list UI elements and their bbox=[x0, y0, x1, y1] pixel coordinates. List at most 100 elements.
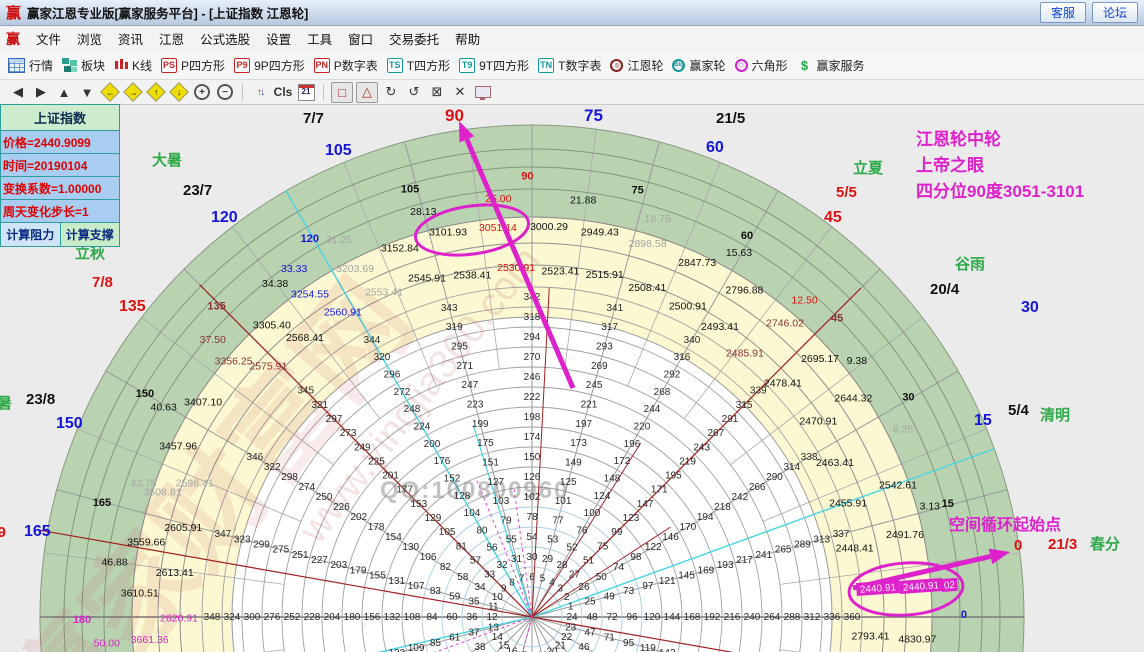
calc-resistance-button[interactable]: 计算阻力 bbox=[1, 223, 61, 246]
wheel-outer-label: 23/7 bbox=[183, 182, 212, 199]
wheel-label: 270 bbox=[524, 352, 541, 363]
wheel-label: 146 bbox=[662, 532, 679, 543]
wheel-label: 2605.91 bbox=[164, 522, 202, 534]
toolbar-item-赢家轮[interactable]: Big赢家轮 bbox=[672, 57, 725, 74]
toolbar-item-9P四方形[interactable]: P9 9P四方形 bbox=[234, 57, 305, 74]
triangle-tool-icon[interactable]: △ bbox=[356, 82, 378, 103]
wheel-label: 34 bbox=[474, 582, 486, 593]
wheel-label: 322 bbox=[264, 462, 281, 473]
wheel-label: 102 bbox=[524, 492, 541, 503]
cls-button[interactable]: Cls bbox=[273, 83, 293, 102]
wheel-label: 40.63 bbox=[151, 401, 177, 413]
customer-service-button[interactable]: 客服 bbox=[1040, 2, 1086, 23]
wheel-label: 344 bbox=[364, 335, 381, 346]
toolbar-separator bbox=[323, 84, 324, 101]
wheel-label: 2470.91 bbox=[799, 415, 837, 427]
rect-tool-icon[interactable]: □ bbox=[331, 82, 353, 103]
toolbar-item-T数字表[interactable]: TNT数字表 bbox=[538, 57, 601, 74]
wheel-label: 5 bbox=[540, 573, 546, 584]
wheel-label: 74 bbox=[613, 562, 625, 573]
wheel-label: 200 bbox=[424, 439, 441, 450]
wheel-label: 21.88 bbox=[570, 195, 596, 207]
wheel-label: 2575.91 bbox=[249, 360, 287, 372]
wheel-outer-label: 150 bbox=[56, 415, 83, 433]
9p-square-icon: P9 bbox=[234, 58, 250, 73]
toolbar-item-六角形[interactable]: ⬡六角形 bbox=[735, 57, 788, 74]
zoom-in-icon[interactable]: + bbox=[192, 83, 212, 102]
gann-wheel-icon: ◎ bbox=[610, 59, 623, 72]
wheel-label: 315 bbox=[736, 400, 753, 411]
pan-left-icon[interactable]: ← bbox=[100, 83, 120, 102]
calc-support-button[interactable]: 计算支撑 bbox=[61, 223, 120, 246]
menu-item-公式选股[interactable]: 公式选股 bbox=[192, 26, 258, 51]
pan-right-icon[interactable]: → bbox=[123, 83, 143, 102]
pan-down-icon[interactable]: ↓ bbox=[169, 83, 189, 102]
wheel-label: 252 bbox=[284, 612, 301, 623]
wheel-label: 145 bbox=[678, 571, 695, 582]
wheel-label: 340 bbox=[684, 335, 701, 346]
toolbar-item-K线[interactable]: K线 bbox=[114, 57, 152, 74]
wheel-outer-label: 7/9 bbox=[0, 524, 6, 541]
toolbar-item-T四方形[interactable]: TST四方形 bbox=[387, 57, 450, 74]
toolbar-item-赢家服务[interactable]: $赢家服务 bbox=[797, 57, 865, 74]
wheel-label: 37 bbox=[468, 628, 480, 639]
rotate-ccw-icon[interactable]: ↺ bbox=[404, 83, 424, 102]
nav-up-icon[interactable]: ▲ bbox=[54, 83, 74, 102]
panel-row-3: 周天变化步长=1 bbox=[1, 200, 119, 223]
menu-item-文件[interactable]: 文件 bbox=[28, 26, 69, 51]
pan-up-icon[interactable]: ↑ bbox=[146, 83, 166, 102]
wheel-label: 131 bbox=[388, 576, 405, 587]
wheel-label: 58 bbox=[457, 572, 469, 583]
kline-candles-icon bbox=[114, 58, 128, 72]
nav-left-icon[interactable]: ◀ bbox=[8, 83, 28, 102]
wheel-label: 105 bbox=[439, 527, 456, 538]
wheel-label: 122 bbox=[645, 542, 662, 553]
wheel-label: 243 bbox=[693, 442, 710, 453]
t-square-icon: TS bbox=[387, 58, 403, 73]
menu-item-交易委托[interactable]: 交易委托 bbox=[381, 26, 447, 51]
wheel-outer-label: 上帝之眼 bbox=[916, 151, 984, 176]
menu-item-设置[interactable]: 设置 bbox=[258, 26, 299, 51]
wheel-label: 2508.41 bbox=[628, 282, 666, 294]
toolbar-item-P四方形[interactable]: PSP四方形 bbox=[161, 57, 225, 74]
wheel-label: 81 bbox=[456, 541, 468, 552]
wheel-label: 264 bbox=[764, 612, 781, 623]
toolbar-label: 9P四方形 bbox=[254, 57, 305, 74]
toolbar-item-行情[interactable]: 行情 bbox=[8, 57, 53, 74]
wheel-label: 193 bbox=[717, 560, 734, 571]
box-select-icon[interactable]: ⊠ bbox=[427, 83, 447, 102]
forum-button[interactable]: 论坛 bbox=[1092, 2, 1138, 23]
toolbar-item-江恩轮[interactable]: ◎ 江恩轮 bbox=[610, 57, 663, 74]
toolbar-label: 江恩轮 bbox=[627, 57, 663, 74]
collapse-icon[interactable]: ✕ bbox=[450, 83, 470, 102]
wheel-label: 290 bbox=[766, 472, 783, 483]
toolbar-label: P四方形 bbox=[181, 57, 225, 74]
screen-icon[interactable] bbox=[473, 83, 493, 102]
menu-item-江恩[interactable]: 江恩 bbox=[151, 26, 192, 51]
rotate-cw-icon[interactable]: ↻ bbox=[381, 83, 401, 102]
time-updown-icon[interactable]: ↑↓ bbox=[250, 83, 270, 102]
menu-item-窗口[interactable]: 窗口 bbox=[340, 26, 381, 51]
toolbar-item-P数字表[interactable]: PNP数字表 bbox=[314, 57, 378, 74]
wheel-label: 2620.91 bbox=[160, 613, 198, 625]
calendar-icon[interactable]: 21 bbox=[296, 83, 316, 102]
wheel-label: 7 bbox=[519, 573, 525, 584]
menu-item-资讯[interactable]: 资讯 bbox=[110, 26, 151, 51]
menu-item-帮助[interactable]: 帮助 bbox=[447, 26, 488, 51]
toolbar-label: 赢家服务 bbox=[817, 57, 865, 74]
menu-item-浏览[interactable]: 浏览 bbox=[69, 26, 110, 51]
nav-right-icon[interactable]: ▶ bbox=[31, 83, 51, 102]
toolbar-item-9T四方形[interactable]: T99T四方形 bbox=[459, 57, 529, 74]
toolbar-item-板块[interactable]: 板块 bbox=[62, 57, 105, 74]
wheel-label: 3305.40 bbox=[253, 320, 291, 332]
wheel-label: 34.38 bbox=[262, 278, 288, 290]
menu-item-工具[interactable]: 工具 bbox=[299, 26, 340, 51]
wheel-label: 175 bbox=[477, 438, 494, 449]
nav-down-icon[interactable]: ▼ bbox=[77, 83, 97, 102]
wheel-outer-label: 23/8 bbox=[26, 391, 55, 408]
toolbar-label: 板块 bbox=[81, 57, 105, 74]
zoom-out-icon[interactable]: − bbox=[215, 83, 235, 102]
wheel-label: 3101.93 bbox=[429, 227, 467, 239]
wheel-label: 180 bbox=[73, 614, 91, 626]
wheel-label: 123 bbox=[623, 513, 640, 524]
